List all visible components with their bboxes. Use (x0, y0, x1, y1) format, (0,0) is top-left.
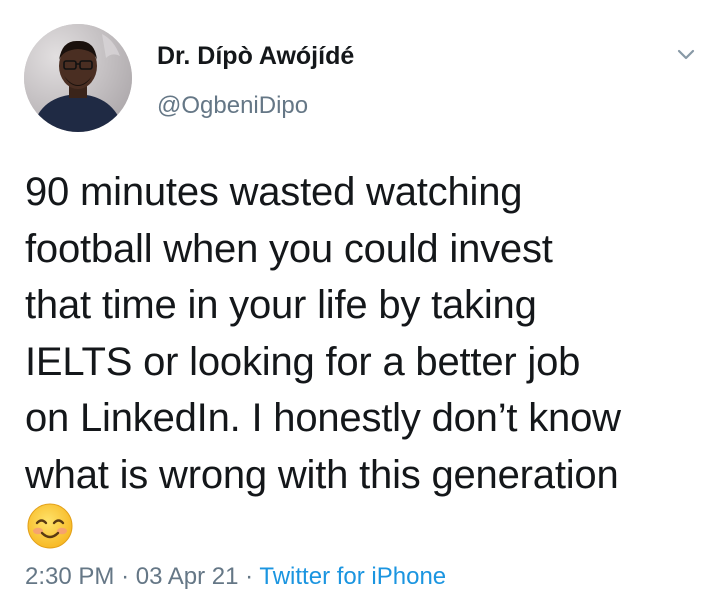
tweet-text-line: IELTS or looking for a better job (25, 339, 581, 384)
avatar[interactable] (24, 24, 132, 132)
tweet-date[interactable]: 03 Apr 21 (136, 563, 239, 590)
tweet-text-line: on LinkedIn. I honestly don’t know (25, 396, 621, 440)
tweet-text: 90 minutes wasted watching football when… (25, 164, 710, 503)
author-handle[interactable]: @OgbeniDipo (157, 92, 308, 120)
tweet-source-link[interactable]: Twitter for iPhone (259, 563, 446, 590)
meta-separator: · (121, 563, 130, 590)
meta-separator: · (245, 563, 254, 590)
author-display-name[interactable]: Dr. Dípò Awójídé (157, 42, 354, 71)
tweet-time[interactable]: 2:30 PM (25, 563, 114, 590)
tweet-text-line: 90 minutes wasted watching (25, 170, 523, 214)
tweet-meta: 2:30 PM · 03 Apr 21 · Twitter for iPhone (25, 563, 446, 591)
tweet-text-line: what is wrong with this generation (25, 452, 619, 497)
chevron-down-icon[interactable] (672, 40, 700, 68)
tweet-text-line: that time in your life by taking (25, 283, 537, 327)
tweet-card: Dr. Dípò Awójídé @OgbeniDipo 90 minutes … (0, 0, 720, 610)
tweet-text-line: football when you could invest (25, 226, 553, 271)
smiling-face-emoji-icon (26, 502, 74, 550)
